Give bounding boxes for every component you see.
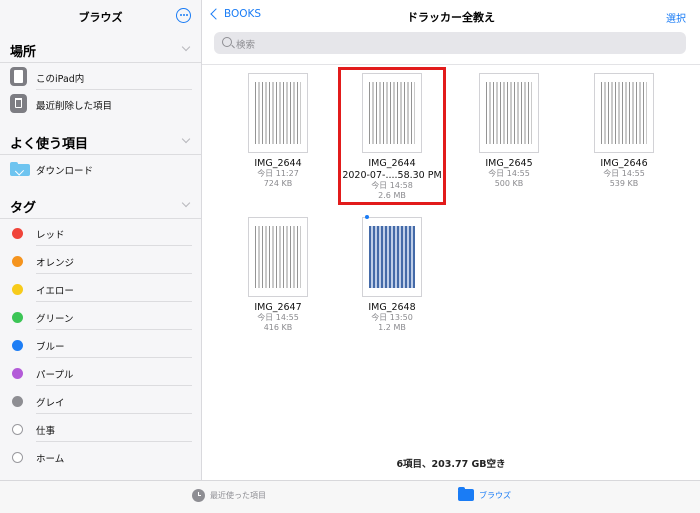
- file-thumbnail: [248, 217, 308, 297]
- new-item-dot: [365, 215, 369, 219]
- file-name-subtitle: 2020-07-....58.30 PM: [342, 170, 442, 181]
- ipad-icon: [10, 67, 27, 86]
- sidebar-item-label: 最近削除した項目: [36, 101, 113, 112]
- sidebar-item-label: パープル: [36, 370, 74, 381]
- search-icon: [222, 37, 232, 47]
- section-tags-title: タグ: [10, 201, 37, 216]
- file-size: 416 KB: [263, 323, 293, 332]
- file-name: IMG_2647: [254, 302, 302, 313]
- file-name: IMG_2645: [485, 158, 533, 169]
- tab-recents[interactable]: 最近使った項目: [192, 489, 266, 502]
- file-size: 539 KB: [609, 179, 639, 188]
- sidebar-item-tag[interactable]: レッド: [0, 219, 192, 246]
- file-date: 今日 14:55: [257, 313, 299, 322]
- tab-bar: 最近使った項目 ブラウズ: [0, 480, 700, 513]
- sidebar-item-label: オレンジ: [36, 258, 75, 269]
- sidebar-item-label: ブルー: [36, 342, 65, 353]
- tag-color-dot-icon: [12, 452, 23, 463]
- file-item[interactable]: IMG_2646 今日 14:55 539 KB: [569, 73, 679, 189]
- tag-color-dot-icon: [12, 312, 23, 323]
- file-size: 724 KB: [263, 179, 293, 188]
- sidebar-item-label: 仕事: [36, 426, 56, 437]
- file-size: 1.2 MB: [378, 323, 406, 332]
- tag-color-dot-icon: [12, 368, 23, 379]
- sidebar-item-tag[interactable]: パープル: [0, 359, 192, 386]
- tag-color-dot-icon: [12, 340, 23, 351]
- tab-browse[interactable]: ブラウズ: [458, 487, 511, 501]
- tag-color-dot-icon: [12, 256, 23, 267]
- folder-icon: [458, 487, 474, 501]
- sidebar-item-tag[interactable]: グリーン: [0, 303, 192, 330]
- sidebar-item-tag[interactable]: イエロー: [0, 275, 192, 302]
- clock-icon: [192, 489, 205, 502]
- tag-color-dot-icon: [12, 424, 23, 435]
- file-thumbnail: [248, 73, 308, 153]
- search-placeholder: 検索: [236, 40, 256, 51]
- file-size: 2.6 MB: [378, 191, 406, 200]
- folder-title: ドラッカー全教え: [407, 11, 495, 24]
- tab-browse-label: ブラウズ: [479, 490, 511, 500]
- file-item[interactable]: IMG_2644 2020-07-....58.30 PM 今日 14:58 2.6 …: [337, 73, 447, 201]
- sidebar-item-on-my-ipad[interactable]: このiPad内: [0, 63, 192, 90]
- file-size: 500 KB: [494, 179, 524, 188]
- select-button[interactable]: 選択: [666, 10, 686, 25]
- file-thumbnail: [479, 73, 539, 153]
- sidebar-item-label: ホーム: [36, 454, 65, 465]
- download-folder-icon: [10, 162, 30, 176]
- sidebar-item-label: グリーン: [36, 314, 74, 325]
- sidebar-header: ブラウズ: [0, 0, 201, 32]
- file-date: 今日 14:55: [603, 169, 645, 178]
- divider: [202, 64, 700, 65]
- sidebar-item-tag[interactable]: ブルー: [0, 331, 192, 358]
- tab-recents-label: 最近使った項目: [210, 491, 266, 500]
- section-favorites-header[interactable]: よく使う項目: [0, 128, 201, 155]
- sidebar-item-label: このiPad内: [36, 74, 85, 85]
- file-item[interactable]: IMG_2647 今日 14:55 416 KB: [223, 217, 333, 333]
- nav-bar: BOOKS ドラッカー全教え 選択: [202, 0, 700, 32]
- sidebar-item-downloads[interactable]: ダウンロード: [0, 155, 192, 182]
- section-tags-header[interactable]: タグ: [0, 192, 201, 219]
- chevron-down-icon: [181, 134, 191, 144]
- file-date: 今日 14:58: [371, 181, 413, 190]
- sidebar-item-label: レッド: [36, 230, 65, 241]
- file-name: IMG_2644: [368, 158, 416, 169]
- file-date: 今日 11:27: [257, 169, 299, 178]
- file-thumbnail: [594, 73, 654, 153]
- sidebar-item-tag[interactable]: ホーム: [0, 443, 192, 470]
- ellipsis-circle-icon[interactable]: [176, 8, 191, 23]
- trash-icon: [10, 94, 27, 113]
- sidebar-item-label: グレイ: [36, 398, 65, 409]
- item-count-status: 6項目、203.77 GB空き: [396, 459, 506, 470]
- sidebar-item-tag[interactable]: 仕事: [0, 415, 192, 442]
- section-locations-header[interactable]: 場所: [0, 36, 201, 63]
- tag-color-dot-icon: [12, 396, 23, 407]
- file-name: IMG_2644: [254, 158, 302, 169]
- file-item[interactable]: IMG_2648 今日 13:50 1.2 MB: [337, 217, 447, 333]
- sidebar-item-tag[interactable]: グレイ: [0, 387, 192, 414]
- chevron-down-icon: [181, 198, 191, 208]
- tag-color-dot-icon: [12, 284, 23, 295]
- file-thumbnail: [362, 217, 422, 297]
- sidebar-item-recently-deleted[interactable]: 最近削除した項目: [0, 90, 192, 117]
- section-favorites-title: よく使う項目: [10, 137, 89, 152]
- file-name: IMG_2646: [600, 158, 648, 169]
- file-date: 今日 14:55: [488, 169, 530, 178]
- file-item[interactable]: IMG_2644 今日 11:27 724 KB: [223, 73, 333, 189]
- chevron-down-icon: [181, 42, 191, 52]
- sidebar-item-tag[interactable]: オレンジ: [0, 247, 192, 274]
- file-thumbnail: [362, 73, 422, 153]
- file-item[interactable]: IMG_2645 今日 14:55 500 KB: [454, 73, 564, 189]
- search-input[interactable]: 検索: [214, 32, 686, 54]
- sidebar: ブラウズ 場所 このiPad内 最近削除した項目 よく使う項目 ダウンロード タ…: [0, 0, 202, 480]
- sidebar-item-label: イエロー: [36, 286, 74, 297]
- file-name: IMG_2648: [368, 302, 416, 313]
- file-date: 今日 13:50: [371, 313, 413, 322]
- sidebar-item-label: ダウンロード: [36, 166, 94, 177]
- section-locations-title: 場所: [10, 45, 37, 60]
- tag-color-dot-icon: [12, 228, 23, 239]
- sidebar-title: ブラウズ: [78, 11, 123, 24]
